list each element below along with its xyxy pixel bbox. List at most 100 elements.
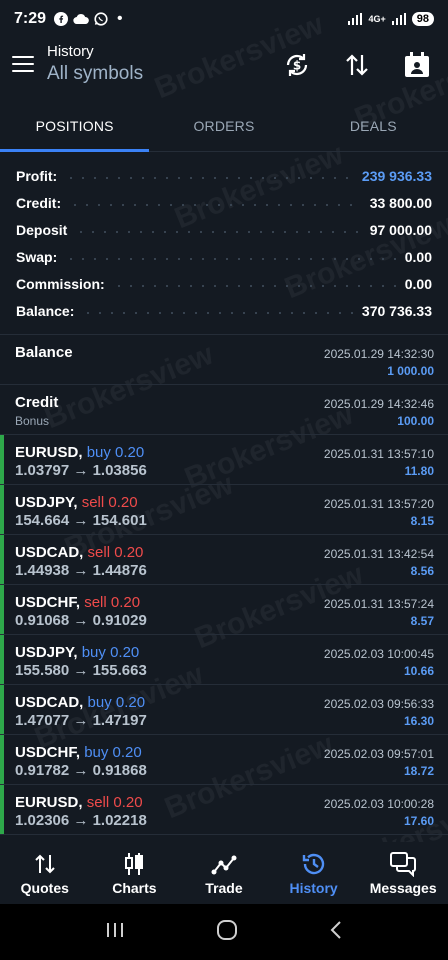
open-price: 1.44938 (15, 562, 70, 579)
item-prices: 0.91782 → 0.91868 (15, 762, 147, 779)
item-title: EURUSD, buy 0.20 (15, 444, 144, 461)
summary-value: 0.00 (404, 275, 432, 292)
trade-side: sell (84, 594, 107, 611)
nav-label: History (289, 880, 338, 896)
item-amount: 18.72 (403, 764, 434, 778)
symbol: EURUSD, (15, 794, 83, 811)
sort-button[interactable] (342, 50, 372, 80)
arrow: → (73, 462, 89, 479)
signal-icon-2 (391, 13, 406, 25)
item-time: 2025.01.29 14:32:30 (323, 347, 434, 361)
charts-icon (122, 850, 146, 878)
page-title: History (47, 43, 94, 60)
close-price: 0.91868 (92, 762, 147, 779)
table-row[interactable]: USDCAD, buy 0.20 1.47077 → 1.47197 2025.… (0, 685, 448, 735)
position-bar (0, 535, 4, 584)
position-bar (0, 435, 4, 484)
trade-volume: 0.20 (115, 444, 145, 461)
item-time: 2025.02.03 09:57:01 (323, 747, 434, 761)
open-price: 1.02306 (15, 812, 70, 829)
item-time: 2025.01.31 13:42:54 (323, 547, 434, 561)
item-title: Credit (15, 394, 59, 411)
position-bar (0, 685, 4, 734)
item-amount: 8.15 (410, 514, 434, 528)
item-time: 2025.02.03 10:00:28 (323, 797, 434, 811)
summary-label: Deposit (16, 221, 68, 238)
trade-volume: 0.20 (112, 744, 142, 761)
summary-row-swap: Swap: 0.00 (0, 243, 448, 270)
arrow: → (73, 762, 89, 779)
trade-volume: 0.20 (110, 644, 140, 661)
symbol: USDCHF, (15, 594, 81, 611)
trade-volume: 0.20 (115, 694, 146, 711)
menu-icon[interactable] (12, 56, 34, 74)
symbol: USDCAD, (15, 694, 84, 711)
item-amount: 100.00 (397, 414, 434, 428)
calendar-icon (405, 52, 429, 77)
table-row[interactable]: EURUSD, sell 0.20 1.02306 → 1.02218 2025… (0, 785, 448, 835)
open-price: 1.47077 (15, 712, 70, 729)
header-titles[interactable]: History All symbols (47, 43, 143, 85)
recent-apps-button[interactable] (105, 921, 125, 944)
item-time: 2025.01.31 13:57:10 (323, 447, 434, 461)
tab-positions[interactable]: POSITIONS (0, 100, 150, 152)
nav-charts[interactable]: Charts (90, 842, 180, 904)
trade-side: sell (86, 794, 110, 811)
signal-icon (348, 13, 363, 25)
table-row[interactable]: USDJPY, sell 0.20 154.664 → 154.601 2025… (0, 485, 448, 535)
table-row[interactable]: USDJPY, buy 0.20 155.580 → 155.663 2025.… (0, 635, 448, 685)
item-time: 2025.01.31 13:57:24 (323, 597, 434, 611)
currency-sync-icon: $ (286, 54, 308, 76)
item-prices: 0.91068 → 0.91029 (15, 612, 147, 629)
summary-value: 239 936.33 (361, 167, 432, 184)
nav-label: Charts (112, 880, 157, 896)
table-row[interactable]: USDCAD, sell 0.20 1.44938 → 1.44876 2025… (0, 535, 448, 585)
tab-deals[interactable]: DEALS (299, 100, 448, 151)
nav-quotes[interactable]: Quotes (0, 842, 90, 904)
summary-section: Profit: 239 936.33 Credit: 33 800.00 Dep… (0, 162, 448, 324)
dotted-leader (65, 257, 397, 260)
close-price: 1.03856 (92, 462, 147, 479)
item-title: USDJPY, buy 0.20 (15, 644, 139, 661)
history-icon (301, 850, 327, 878)
item-title: EURUSD, sell 0.20 (15, 794, 143, 811)
arrow: → (73, 612, 89, 629)
trade-side: buy (87, 694, 112, 711)
nav-history[interactable]: History (269, 842, 359, 904)
bottom-nav: Quotes Charts Trade History Messages (0, 842, 448, 904)
symbol: USDCHF, (15, 744, 81, 761)
dotted-leader (112, 284, 397, 287)
item-title: USDCHF, buy 0.20 (15, 744, 142, 761)
tab-orders[interactable]: ORDERS (149, 100, 298, 151)
back-button[interactable] (329, 919, 343, 946)
item-title: USDCAD, buy 0.20 (15, 694, 145, 711)
home-icon (216, 919, 237, 940)
table-row[interactable]: EURUSD, buy 0.20 1.03797 → 1.03856 2025.… (0, 435, 448, 485)
close-price: 1.44876 (92, 562, 147, 579)
summary-row-balance: Balance: 370 736.33 (0, 297, 448, 324)
trade-icon (211, 850, 237, 878)
list-item[interactable]: Balance 2025.01.29 14:32:30 1 000.00 (0, 335, 448, 385)
item-time: 2025.02.03 10:00:45 (323, 647, 434, 661)
item-comment: Bonus (15, 414, 50, 428)
recent-apps-icon (107, 922, 124, 937)
item-amount: 8.56 (410, 564, 434, 578)
summary-row-credit: Credit: 33 800.00 (0, 189, 448, 216)
status-time: 7:29 (14, 10, 47, 27)
table-row[interactable]: USDCHF, sell 0.20 0.91068 → 0.91029 2025… (0, 585, 448, 635)
calendar-button[interactable] (402, 50, 432, 80)
summary-row-commission: Commission: 0.00 (0, 270, 448, 297)
home-button[interactable] (216, 919, 238, 946)
refresh-currency-button[interactable]: $ (282, 50, 312, 80)
item-prices: 154.664 → 154.601 (15, 512, 147, 529)
nav-label: Trade (205, 880, 243, 896)
symbol: EURUSD, (15, 444, 83, 461)
arrow: → (73, 562, 89, 579)
symbol: USDJPY, (15, 644, 78, 661)
item-prices: 1.02306 → 1.02218 (15, 812, 147, 829)
table-row[interactable]: USDCHF, buy 0.20 0.91782 → 0.91868 2025.… (0, 735, 448, 785)
list-item[interactable]: Credit Bonus 2025.01.29 14:32:46 100.00 (0, 385, 448, 435)
nav-trade[interactable]: Trade (179, 842, 269, 904)
open-price: 155.580 (15, 662, 70, 679)
nav-messages[interactable]: Messages (358, 842, 448, 904)
